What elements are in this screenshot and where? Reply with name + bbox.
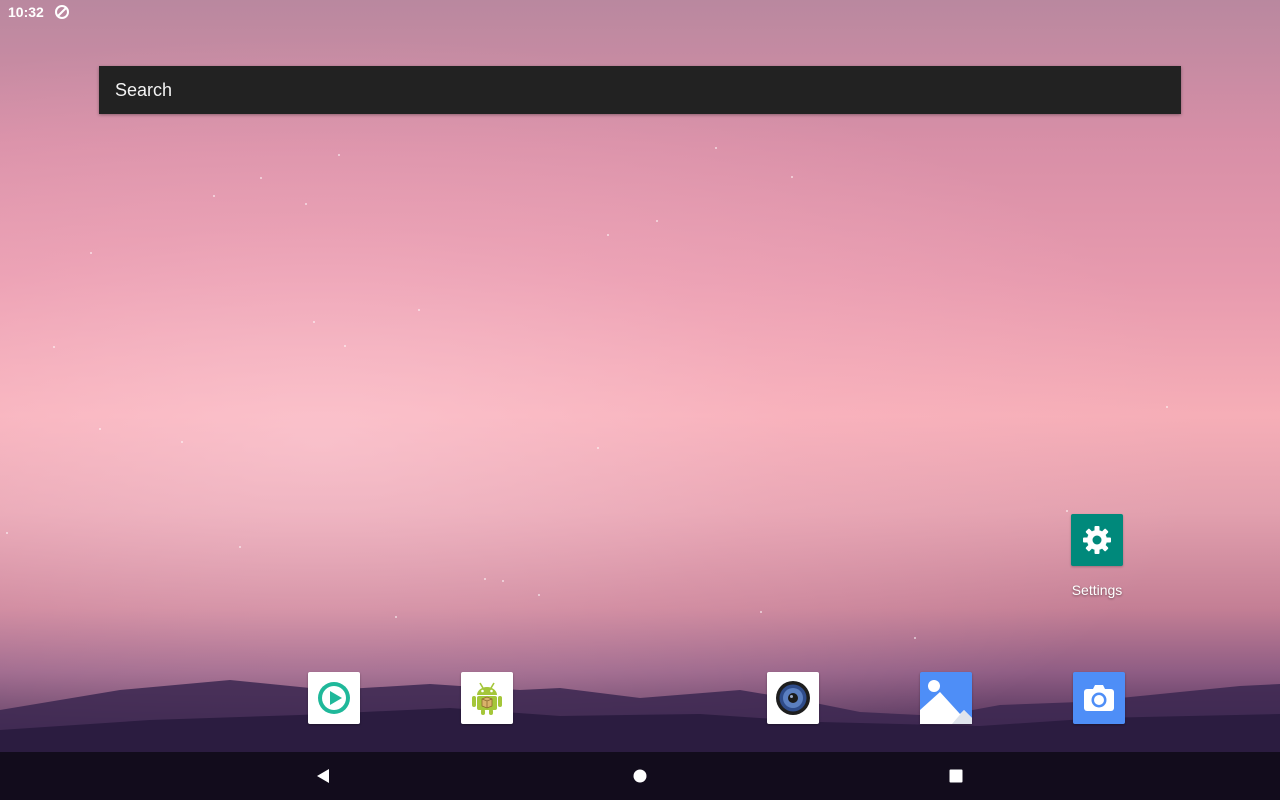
wallpaper-star: [99, 428, 101, 430]
wallpaper-star: [260, 177, 262, 179]
wallpaper-star: [53, 346, 55, 348]
android-package-icon[interactable]: [461, 672, 513, 724]
status-bar: 10:32: [0, 0, 1280, 24]
wallpaper-star: [1166, 406, 1168, 408]
wallpaper-star: [607, 234, 609, 236]
wallpaper-star: [239, 546, 241, 548]
wallpaper-star: [791, 176, 793, 178]
wallpaper-star: [344, 345, 346, 347]
wallpaper-star: [313, 321, 315, 323]
recents-icon[interactable]: [924, 752, 988, 800]
wallpaper-star: [484, 578, 486, 580]
wallpaper-star: [418, 309, 420, 311]
wallpaper-star: [338, 154, 340, 156]
play-store-icon[interactable]: [308, 672, 360, 724]
wallpaper-star: [502, 580, 504, 582]
wallpaper-star: [305, 203, 307, 205]
back-icon[interactable]: [291, 752, 355, 800]
settings-label: Settings: [1071, 582, 1123, 598]
settings-app[interactable]: Settings: [1047, 514, 1147, 598]
wallpaper-star: [760, 611, 762, 613]
wallpaper-star: [1066, 510, 1068, 512]
wallpaper-star: [395, 616, 397, 618]
wallpaper-star: [538, 594, 540, 596]
navigation-bar: [0, 752, 1280, 800]
wallpaper-star: [90, 252, 92, 254]
status-time: 10:32: [8, 4, 44, 20]
speaker-icon[interactable]: [767, 672, 819, 724]
home-icon[interactable]: [608, 752, 672, 800]
wallpaper-star: [181, 441, 183, 443]
home-screen: 10:32 Search Settings: [0, 0, 1280, 800]
search-label: Search: [115, 79, 173, 100]
wallpaper-star: [715, 147, 717, 149]
camera-icon[interactable]: [1073, 672, 1125, 724]
settings-gear-icon: [1071, 514, 1123, 566]
search-bar[interactable]: Search: [99, 66, 1181, 114]
wallpaper-star: [213, 195, 215, 197]
sync-icon: [54, 4, 70, 20]
wallpaper-star: [6, 532, 8, 534]
gallery-icon[interactable]: [920, 672, 972, 724]
wallpaper-star: [597, 447, 599, 449]
wallpaper-star: [656, 220, 658, 222]
